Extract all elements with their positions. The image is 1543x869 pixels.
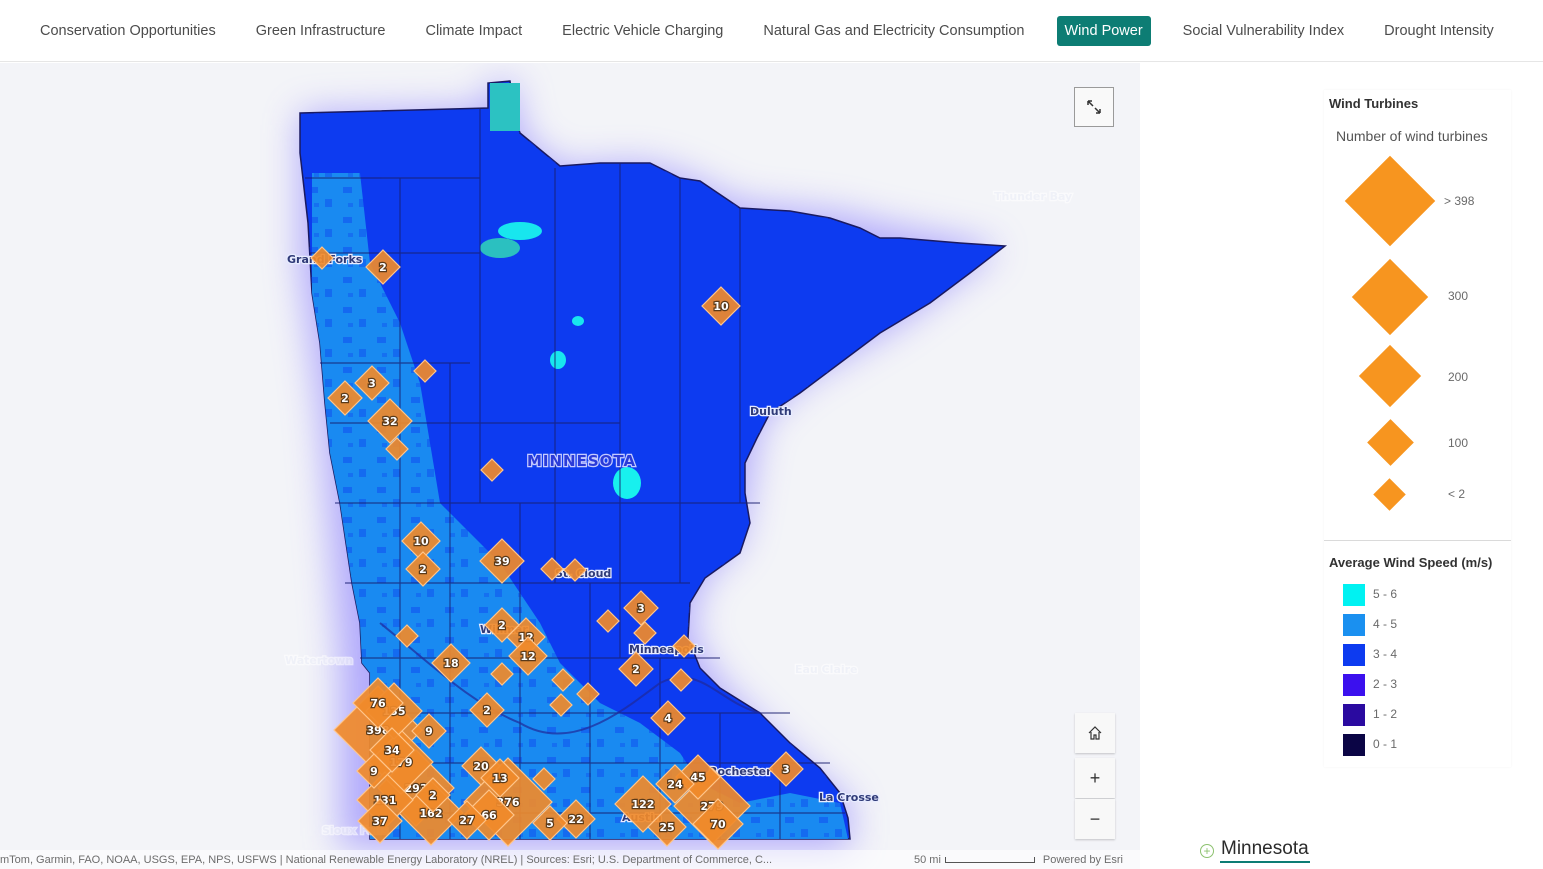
tab-natural-gas-electricity[interactable]: Natural Gas and Electricity Consumption — [755, 16, 1032, 46]
legend-symbol-398 — [1344, 155, 1436, 247]
marker-count-label: 5 — [546, 817, 554, 830]
tab-green-infrastructure[interactable]: Green Infrastructure — [248, 16, 394, 46]
plus-icon: + — [1089, 767, 1101, 788]
marker-count-label: 2 — [341, 392, 349, 405]
map-attribution: mTom, Garmin, FAO, NOAA, USGS, EPA, NPS,… — [0, 850, 1140, 869]
legend-symbol-300 — [1351, 258, 1429, 336]
marker-count-label: 27 — [459, 814, 474, 827]
swatch-4-5 — [1343, 614, 1365, 636]
marker-count-label: 9 — [370, 765, 378, 778]
northwest-angle-shape — [490, 83, 520, 131]
marker-count-label: 39 — [494, 555, 509, 568]
marker-count-label: 10 — [413, 535, 429, 548]
swatch-5-6 — [1343, 584, 1365, 606]
mille-lacs-lake — [613, 467, 641, 499]
state-label: MINNESOTA — [527, 452, 636, 470]
marker-count-label: 18 — [443, 657, 458, 670]
attribution-text[interactable]: mTom, Garmin, FAO, NOAA, USGS, EPA, NPS,… — [0, 854, 900, 866]
zoom-out-button[interactable]: − — [1075, 799, 1115, 839]
swatch-2-3 — [1343, 674, 1365, 696]
swatch-label-4-5: 4 - 5 — [1373, 617, 1398, 631]
scale-bar: 50 mi — [914, 854, 1035, 866]
city-label-duluth: Duluth — [750, 405, 792, 418]
city-label-la-crosse: La Crosse — [819, 791, 879, 804]
marker-count-label: 4 — [664, 712, 672, 725]
legend-symbol-100 — [1367, 419, 1414, 466]
marker-count-label: 3 — [368, 377, 376, 390]
tab-electric-vehicle-charging[interactable]: Electric Vehicle Charging — [554, 16, 731, 46]
marker-count-label: 24 — [667, 778, 683, 791]
swatch-label-2-3: 2 - 3 — [1373, 677, 1398, 691]
legend-title-wind-turbines: Wind Turbines — [1329, 96, 1419, 111]
map-canvas[interactable]: MINNESOTA Grand Forks Duluth St. Cloud W… — [0, 63, 1140, 869]
marker-count-label: 25 — [659, 821, 674, 834]
tab-conservation-opportunities[interactable]: Conservation Opportunities — [32, 16, 224, 46]
marker-count-label: 2 — [379, 261, 387, 274]
legend-title-wind-speed: Average Wind Speed (m/s) — [1329, 555, 1493, 570]
scale-bar-line — [944, 856, 1035, 863]
swatch-label-1-2: 1 - 2 — [1373, 707, 1398, 721]
marker-count-label: 3 — [637, 602, 645, 615]
marker-count-label: 70 — [710, 818, 726, 831]
plus-circle-icon: + — [1200, 843, 1214, 858]
marker-count-label: 122 — [632, 798, 655, 811]
marker-count-label: 9 — [425, 725, 433, 738]
marker-count-label: 2 — [419, 563, 427, 576]
marker-count-label: 10 — [713, 300, 729, 313]
legend-label-100: 100 — [1448, 436, 1469, 450]
marker-count-label: 32 — [382, 415, 397, 428]
tab-drought-intensity[interactable]: Drought Intensity — [1376, 16, 1502, 46]
fullscreen-button[interactable] — [1074, 87, 1114, 127]
legend-symbol-2 — [1373, 478, 1406, 511]
legend-label-398: > 398 — [1444, 194, 1475, 208]
location-selector[interactable]: + Minnesota — [1200, 838, 1310, 863]
marker-count-label: 76 — [370, 697, 386, 710]
zoom-in-button[interactable]: + — [1075, 758, 1115, 798]
legend-label-200: 200 — [1448, 370, 1469, 384]
home-icon — [1088, 726, 1102, 740]
marker-count-label: 13 — [492, 772, 507, 785]
marker-count-label: 37 — [372, 815, 387, 828]
tab-wind-power[interactable]: Wind Power — [1056, 15, 1151, 46]
location-name: Minnesota — [1220, 838, 1310, 863]
legend-divider — [1324, 540, 1511, 541]
marker-count-label: 12 — [520, 650, 535, 663]
swatch-1-2 — [1343, 704, 1365, 726]
swatch-0-1 — [1343, 734, 1365, 756]
lake-of-the-woods-shape — [498, 222, 542, 240]
legend-label-300: 300 — [1448, 289, 1469, 303]
minus-icon: − — [1089, 808, 1101, 829]
map-view[interactable]: MINNESOTA Grand Forks Duluth St. Cloud W… — [0, 63, 1140, 869]
swatch-3-4 — [1343, 644, 1365, 666]
tab-social-vulnerability-index[interactable]: Social Vulnerability Index — [1175, 16, 1352, 46]
marker-count-label: 2 — [483, 704, 491, 717]
legend-symbol-200 — [1358, 344, 1422, 408]
city-label-thunder-bay: Thunder Bay — [994, 190, 1072, 203]
marker-count-label: 3 — [782, 763, 790, 776]
layer-tab-bar: Conservation Opportunities Green Infrast… — [0, 0, 1543, 62]
marker-count-label: 34 — [384, 744, 400, 757]
scale-label: 50 mi — [914, 853, 941, 866]
marker-count-label: 20 — [473, 760, 489, 773]
city-label-eau-claire: Eau Claire — [795, 663, 858, 676]
marker-count-label: 2 — [429, 789, 437, 802]
legend-subtitle-turbines: Number of wind turbines — [1336, 128, 1488, 144]
expand-arrows-icon — [1087, 100, 1101, 114]
swatch-label-5-6: 5 - 6 — [1373, 587, 1398, 601]
marker-count-label: 2 — [498, 619, 506, 632]
swatch-label-3-4: 3 - 4 — [1373, 647, 1398, 661]
legend-panel: Wind Turbines Number of wind turbines > … — [1324, 90, 1511, 767]
swatch-label-0-1: 0 - 1 — [1373, 737, 1398, 751]
powered-by-esri[interactable]: Powered by Esri — [1043, 854, 1123, 866]
marker-count-label: 22 — [568, 813, 583, 826]
home-button[interactable] — [1075, 713, 1115, 753]
legend-label-2: < 2 — [1448, 487, 1466, 501]
tab-climate-impact[interactable]: Climate Impact — [417, 16, 530, 46]
marker-count-label: 2 — [632, 663, 640, 676]
city-label-watertown: Watertown — [285, 654, 353, 667]
